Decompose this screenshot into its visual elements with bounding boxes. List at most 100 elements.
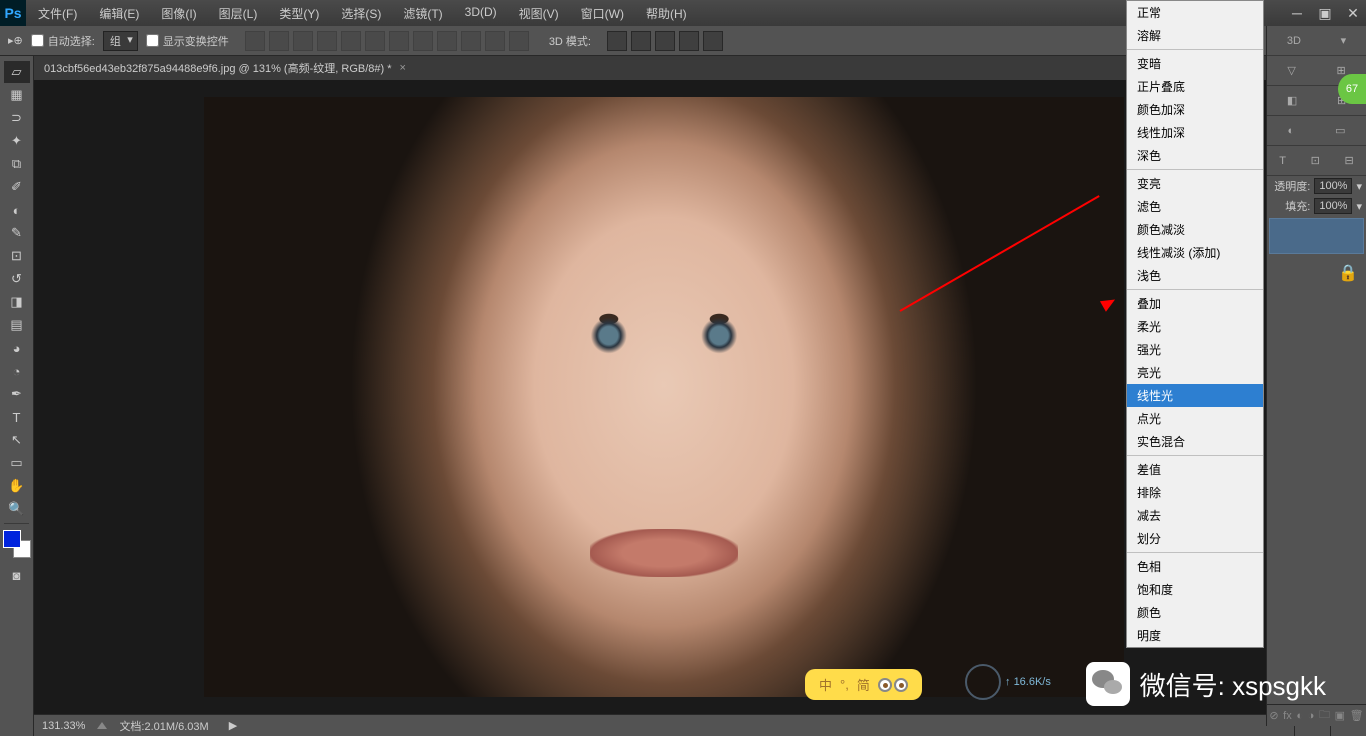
shape-tool[interactable]: ▭ — [4, 452, 30, 474]
ime-indicator[interactable]: 中 °, 简 — [805, 669, 922, 700]
lock-icon[interactable]: 🔒 — [1338, 263, 1358, 283]
menu-file[interactable]: 文件(F) — [34, 3, 81, 24]
folder-icon[interactable]: 🗀 — [1319, 706, 1330, 725]
layer-row[interactable] — [1269, 218, 1364, 254]
minimize-button[interactable]: ─ — [1284, 3, 1310, 23]
menu-view[interactable]: 视图(V) — [515, 3, 563, 24]
blend-lightercolor[interactable]: 浅色 — [1127, 264, 1263, 287]
zoom-level[interactable]: 131.33% — [42, 720, 85, 732]
blend-subtract[interactable]: 减去 — [1127, 504, 1263, 527]
menu-image[interactable]: 图像(I) — [157, 3, 200, 24]
panel-tabs-5[interactable]: T⊡⊟ — [1267, 146, 1366, 176]
blend-vividlight[interactable]: 亮光 — [1127, 361, 1263, 384]
align-icon[interactable] — [365, 31, 385, 51]
blend-overlay[interactable]: 叠加 — [1127, 292, 1263, 315]
auto-select-target[interactable]: 组 — [103, 31, 138, 51]
zoom-tool[interactable]: 🔍 — [4, 498, 30, 520]
type-tool[interactable]: T — [4, 406, 30, 428]
document-tab[interactable]: 013cbf56ed43eb32f875a94488e9f6.jpg @ 131… — [34, 56, 1294, 80]
distribute-icon[interactable] — [413, 31, 433, 51]
adjust-icon[interactable]: ◐ — [1287, 125, 1294, 137]
blend-hardlight[interactable]: 强光 — [1127, 338, 1263, 361]
glyph-icon[interactable]: ⊟ — [1344, 154, 1353, 167]
blend-linearlight[interactable]: 线性光 — [1127, 384, 1263, 407]
nav-icon[interactable]: ▽ — [1287, 64, 1295, 77]
fill-value[interactable]: 100% — [1314, 198, 1352, 214]
gradient-tool[interactable]: ▤ — [4, 314, 30, 336]
wand-tool[interactable]: ✦ — [4, 130, 30, 152]
panel-tabs-4[interactable]: ◐▭ — [1267, 116, 1366, 146]
auto-select-check[interactable]: 自动选择: — [31, 33, 95, 49]
menu-filter[interactable]: 滤镜(T) — [399, 3, 446, 24]
green-badge[interactable]: 67 — [1338, 74, 1366, 104]
quickmask-tool[interactable]: ◙ — [4, 564, 30, 586]
status-arrow-icon[interactable] — [97, 722, 107, 729]
3d-tab[interactable]: 3D — [1287, 35, 1301, 47]
blend-softlight[interactable]: 柔光 — [1127, 315, 1263, 338]
swatch-icon[interactable]: ◧ — [1287, 94, 1297, 107]
foreground-swatch[interactable] — [3, 530, 21, 548]
close-button[interactable]: ✕ — [1340, 3, 1366, 23]
blend-luminosity[interactable]: 明度 — [1127, 624, 1263, 647]
menu-3d[interactable]: 3D(D) — [461, 3, 501, 24]
3d-icon[interactable] — [607, 31, 627, 51]
show-transform-check[interactable]: 显示变换控件 — [146, 33, 229, 49]
blend-multiply[interactable]: 正片叠底 — [1127, 75, 1263, 98]
eraser-tool[interactable]: ◨ — [4, 291, 30, 313]
distribute-icon[interactable] — [509, 31, 529, 51]
blend-mode-dropdown[interactable]: 正常 溶解 变暗 正片叠底 颜色加深 线性加深 深色 变亮 滤色 颜色减淡 线性… — [1126, 0, 1264, 648]
blend-exclusion[interactable]: 排除 — [1127, 481, 1263, 504]
blend-darkercolor[interactable]: 深色 — [1127, 144, 1263, 167]
menu-layer[interactable]: 图层(L) — [215, 3, 262, 24]
opacity-value[interactable]: 100% — [1314, 178, 1352, 194]
align-icon[interactable] — [245, 31, 265, 51]
distribute-icon[interactable] — [389, 31, 409, 51]
stamp-tool[interactable]: ⊡ — [4, 245, 30, 267]
blend-darken[interactable]: 变暗 — [1127, 52, 1263, 75]
blend-pinlight[interactable]: 点光 — [1127, 407, 1263, 430]
3d-icon[interactable] — [679, 31, 699, 51]
blend-colordodge[interactable]: 颜色减淡 — [1127, 218, 1263, 241]
blend-difference[interactable]: 差值 — [1127, 458, 1263, 481]
new-layer-icon[interactable]: ▣ — [1335, 709, 1345, 722]
menu-window[interactable]: 窗口(W) — [577, 3, 628, 24]
trash-icon[interactable]: 🗑 — [1350, 709, 1364, 722]
marquee-tool[interactable]: ▦ — [4, 84, 30, 106]
menu-select[interactable]: 选择(S) — [337, 3, 385, 24]
menu-help[interactable]: 帮助(H) — [642, 3, 691, 24]
color-swatches[interactable] — [3, 530, 31, 558]
blend-dissolve[interactable]: 溶解 — [1127, 24, 1263, 47]
fill-arrow[interactable]: ▾ — [1356, 200, 1362, 213]
3d-icon[interactable] — [655, 31, 675, 51]
align-icon[interactable] — [293, 31, 313, 51]
align-icon[interactable] — [317, 31, 337, 51]
blend-normal[interactable]: 正常 — [1127, 1, 1263, 24]
distribute-icon[interactable] — [485, 31, 505, 51]
opacity-arrow[interactable]: ▾ — [1356, 180, 1362, 193]
blend-saturation[interactable]: 饱和度 — [1127, 578, 1263, 601]
blend-lineardodge[interactable]: 线性减淡 (添加) — [1127, 241, 1263, 264]
fx-icon[interactable]: fx — [1283, 710, 1292, 722]
blend-hardmix[interactable]: 实色混合 — [1127, 430, 1263, 453]
heal-tool[interactable]: ◐ — [4, 199, 30, 221]
dodge-tool[interactable]: ◔ — [4, 360, 30, 382]
path-tool[interactable]: ↖ — [4, 429, 30, 451]
blend-linearburn[interactable]: 线性加深 — [1127, 121, 1263, 144]
style-icon[interactable]: ▭ — [1335, 124, 1345, 137]
crop-tool[interactable]: ⧉ — [4, 153, 30, 175]
align-icon[interactable] — [269, 31, 289, 51]
distribute-icon[interactable] — [461, 31, 481, 51]
blend-colorburn[interactable]: 颜色加深 — [1127, 98, 1263, 121]
blend-screen[interactable]: 滤色 — [1127, 195, 1263, 218]
mask-icon[interactable]: ◐ — [1296, 710, 1303, 722]
link-icon[interactable]: ⊘ — [1269, 709, 1278, 722]
pen-tool[interactable]: ✒ — [4, 383, 30, 405]
menu-type[interactable]: 类型(Y) — [275, 3, 323, 24]
blend-divide[interactable]: 划分 — [1127, 527, 1263, 550]
move-tool[interactable]: ▱ — [4, 61, 30, 83]
close-tab-icon[interactable]: × — [400, 62, 406, 74]
maximize-button[interactable]: ▣ — [1312, 3, 1338, 23]
3d-icon[interactable] — [631, 31, 651, 51]
hand-tool[interactable]: ✋ — [4, 475, 30, 497]
distribute-icon[interactable] — [437, 31, 457, 51]
